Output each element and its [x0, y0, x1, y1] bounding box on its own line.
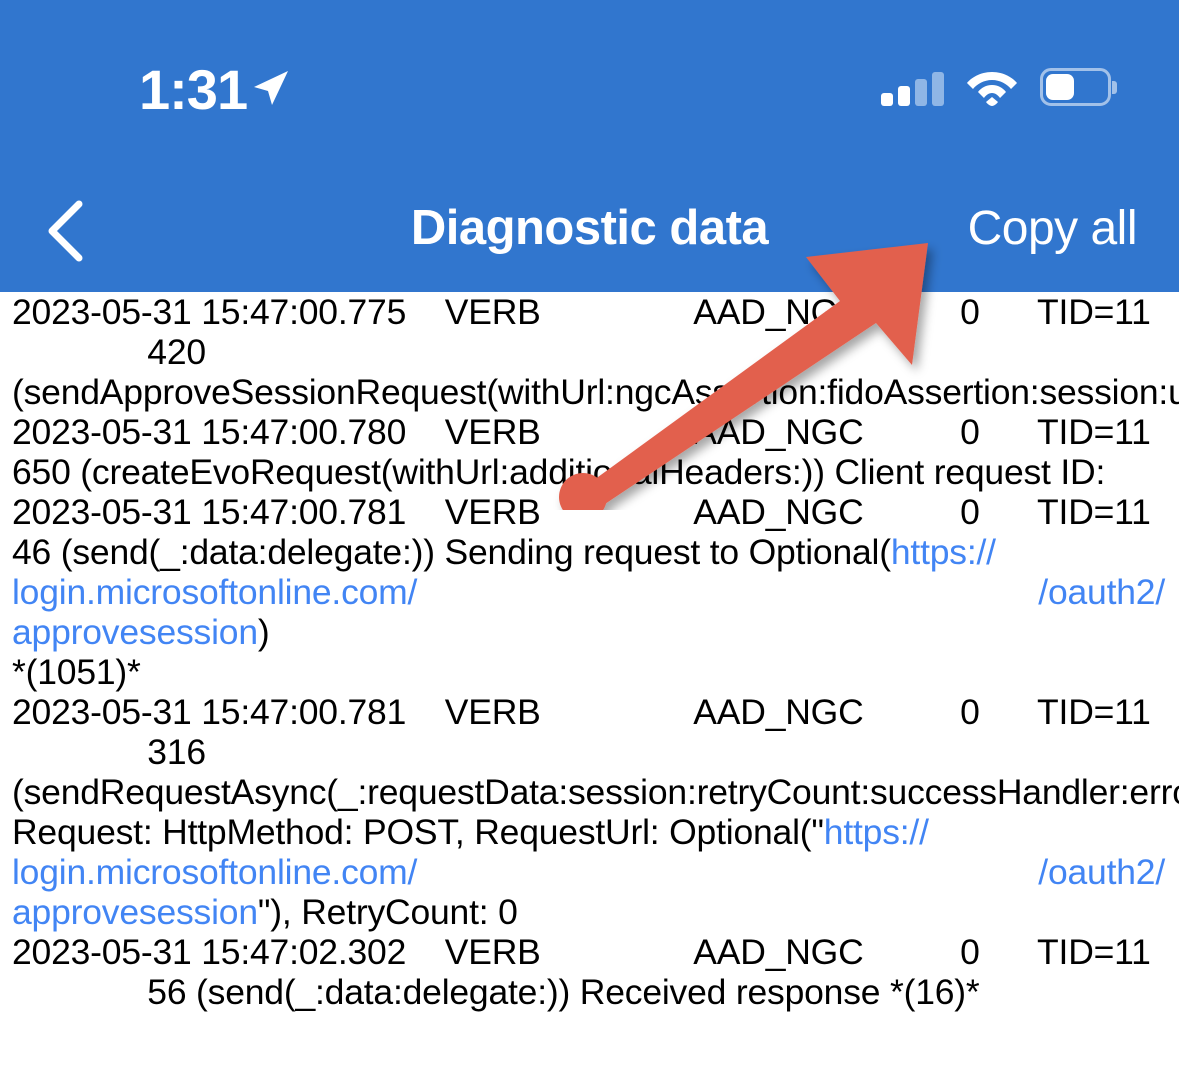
- log-line: *(1051)*: [12, 652, 141, 692]
- log-line: 2023-05-31 15:47:02.302 VERB AAD_NGC 0 T…: [12, 932, 1151, 972]
- status-icons: [881, 60, 1117, 106]
- log-link[interactable]: /oauth2/: [1038, 572, 1165, 612]
- log-line: 46 (send(_:data:delegate:)) Sending requ…: [0, 532, 1179, 572]
- log-text: ): [257, 612, 270, 652]
- log-link[interactable]: /oauth2/: [1038, 852, 1165, 892]
- log-line: 420: [12, 332, 206, 372]
- log-line: approvesession"), RetryCount: 0: [0, 892, 1179, 932]
- log-line: (sendApproveSessionRequest(withUrl:ngcAs…: [12, 372, 1179, 412]
- status-bar: 1:31: [0, 0, 1179, 170]
- log-line: 650 (createEvoRequest(withUrl:additional…: [12, 452, 1106, 492]
- battery-icon: [1040, 68, 1117, 106]
- cellular-signal-icon: [881, 72, 944, 106]
- app-header-chrome: 1:31 Diagnostic data Copy all: [0, 0, 1179, 292]
- wifi-icon: [967, 72, 1017, 106]
- log-link[interactable]: approvesession: [12, 892, 258, 932]
- log-line: 2023-05-31 15:47:00.781 VERB AAD_NGC 0 T…: [12, 692, 1151, 732]
- log-link[interactable]: login.microsoftonline.com/: [12, 572, 417, 612]
- log-link[interactable]: approvesession: [12, 612, 258, 652]
- log-line: 2023-05-31 15:47:00.781 VERB AAD_NGC 0 T…: [12, 492, 1151, 532]
- log-line: (sendRequestAsync(_:requestData:session:…: [0, 772, 1179, 852]
- log-line: approvesession): [0, 612, 1179, 652]
- log-line: 316: [12, 732, 206, 772]
- log-link[interactable]: https://: [824, 812, 929, 852]
- navigation-bar: Diagnostic data Copy all: [0, 170, 1179, 292]
- log-text: "), RetryCount: 0: [257, 892, 518, 932]
- status-time: 1:31: [139, 58, 248, 121]
- diagnostic-log-body[interactable]: 2023-05-31 15:47:00.775 VERB AAD_NGC 0 T…: [0, 292, 1179, 1091]
- log-line: 2023-05-31 15:47:00.780 VERB AAD_NGC 0 T…: [12, 412, 1151, 452]
- log-line: 2023-05-31 15:47:00.775 VERB AAD_NGC 0 T…: [12, 292, 1151, 332]
- phone-screen: 2023-05-31 15:47:00.775 VERB AAD_NGC 0 T…: [0, 0, 1179, 1091]
- log-line: login.microsoftonline.com/ /oauth2/: [0, 852, 1179, 892]
- log-text: 46 (send(_:data:delegate:)) Sending requ…: [12, 532, 891, 572]
- log-text: (sendRequestAsync(_:requestData:session:…: [12, 772, 1179, 852]
- log-link[interactable]: https://: [891, 532, 996, 572]
- log-line: login.microsoftonline.com/ /oauth2/: [0, 572, 1179, 612]
- copy-all-button[interactable]: Copy all: [968, 170, 1138, 292]
- location-arrow-icon: [254, 71, 288, 105]
- log-link[interactable]: login.microsoftonline.com/: [12, 852, 417, 892]
- log-line: 56 (send(_:data:delegate:)) Received res…: [12, 972, 980, 1012]
